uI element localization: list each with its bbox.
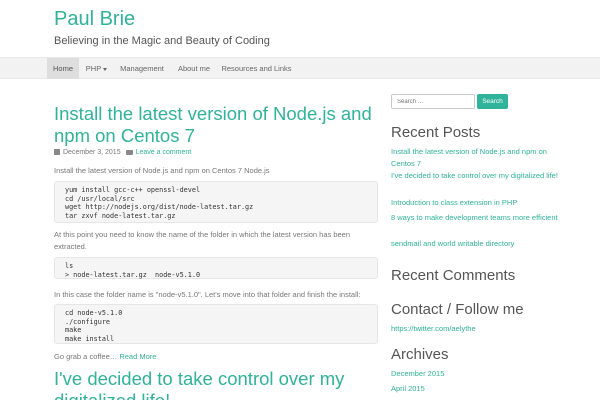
post-date: December 3, 2015 [63, 149, 121, 156]
recent-post-link[interactable]: Install the latest version of Node.js an… [391, 146, 561, 170]
closing-text: Go grab a coffee… [54, 352, 120, 361]
recent-post-link[interactable]: I've decided to take control over my dig… [391, 170, 561, 182]
code-block: cd node-v5.1.0 ./configure make make ins… [54, 304, 378, 344]
code-block: yum install gcc-c++ openssl-devel cd /us… [54, 181, 378, 223]
archive-link[interactable]: December 2015 [391, 368, 561, 380]
calendar-icon [54, 149, 60, 155]
nav-item-label: Resources and Links [221, 64, 292, 73]
nav-item-management[interactable]: Management [116, 58, 168, 79]
caret-down-icon [103, 67, 108, 71]
post-meta: December 3, 2015 Leave a comment [54, 149, 191, 156]
search-input[interactable] [391, 94, 475, 109]
nav-item-label: About me [177, 64, 211, 73]
post-closing: Go grab a coffee… Read More [54, 351, 378, 363]
archives-title: Archives [391, 346, 449, 363]
recent-post-link[interactable]: 8 ways to make development teams more ef… [391, 212, 561, 224]
post-paragraph: In this case the folder name is "node-v5… [54, 290, 361, 299]
site-title[interactable]: Paul Brie [54, 8, 135, 31]
post-title[interactable]: Install the latest version of Node.js an… [54, 103, 374, 147]
recent-comments-title: Recent Comments [391, 267, 516, 284]
code-block: ls > node-latest.tar.gz node-v5.1.0 [54, 257, 378, 279]
post-intro: Install the latest version of Node.js an… [54, 166, 270, 175]
post-paragraph: At this point you need to know the name … [54, 230, 351, 251]
nav-item-resources[interactable]: Resources and Links [219, 58, 294, 79]
leave-comment-link[interactable]: Leave a comment [136, 149, 192, 156]
comment-icon [125, 150, 133, 155]
read-more-link[interactable]: Read More [119, 352, 156, 361]
recent-post-link[interactable]: Introduction to class extension in PHP [391, 197, 561, 209]
recent-post-link[interactable]: sendmail and world writable directory [391, 238, 561, 250]
nav-item-label: Home [52, 64, 73, 73]
main-navbar: Home PHP Management About me Resources a… [0, 57, 600, 79]
site-header: Paul Brie Believing in the Magic and Bea… [0, 0, 600, 56]
nav-item-php[interactable]: PHP [82, 58, 111, 79]
nav-item-label: PHP [85, 64, 102, 73]
nav-item-label: Management [120, 64, 164, 73]
site-tagline: Believing in the Magic and Beauty of Cod… [54, 35, 270, 47]
recent-posts-title: Recent Posts [391, 124, 481, 141]
twitter-link[interactable]: https://twitter.com/aelythe [391, 323, 561, 335]
search-button[interactable]: Search [477, 94, 508, 109]
archive-link[interactable]: April 2015 [391, 383, 561, 395]
nav-item-about-me[interactable]: About me [174, 58, 214, 79]
nav-item-home[interactable]: Home [47, 58, 79, 79]
contact-title: Contact / Follow me [391, 301, 524, 318]
next-post-title[interactable]: I've decided to take control over my dig… [54, 368, 374, 400]
